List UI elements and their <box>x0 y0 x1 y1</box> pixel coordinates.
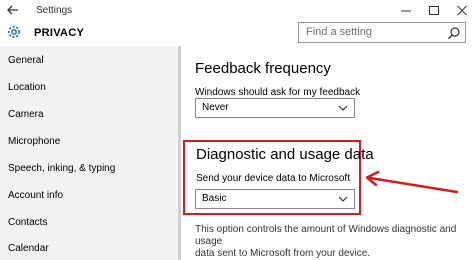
back-arrow-icon[interactable] <box>6 3 20 17</box>
sidebar-item-account-info[interactable]: Account info <box>8 190 63 201</box>
search-icon[interactable] <box>447 26 461 40</box>
diagnostic-data-value: Basic <box>202 193 227 204</box>
minimize-button[interactable] <box>394 2 418 19</box>
diagnostic-usage-heading: Diagnostic and usage data <box>196 146 374 163</box>
sidebar-item-speech-inking-typing[interactable]: Speech, inking, & typing <box>8 163 115 174</box>
sidebar: General Location Camera Microphone Speec… <box>0 46 178 260</box>
sidebar-item-contacts[interactable]: Contacts <box>8 217 47 228</box>
red-arrow-icon <box>365 170 459 194</box>
search-placeholder: Find a setting <box>306 26 373 38</box>
diagnostic-description: This option controls the amount of Windo… <box>195 224 465 260</box>
sidebar-item-calendar[interactable]: Calendar <box>8 243 49 254</box>
sidebar-item-microphone[interactable]: Microphone <box>8 136 60 147</box>
feedback-frequency-label: Windows should ask for my feedback <box>195 87 361 98</box>
maximize-button[interactable] <box>422 2 446 19</box>
diagnostic-description-line-1: This option controls the amount of Windo… <box>195 224 457 247</box>
sidebar-item-location[interactable]: Location <box>8 82 46 93</box>
sidebar-scrollbar[interactable] <box>178 46 181 260</box>
gear-icon <box>8 26 20 38</box>
page-title: PRIVACY <box>34 27 85 39</box>
close-button[interactable] <box>450 2 474 19</box>
title-bar: Settings <box>0 0 474 22</box>
chevron-down-icon <box>338 105 348 111</box>
feedback-frequency-value: Never <box>202 102 229 113</box>
window-title: Settings <box>36 5 73 16</box>
sidebar-item-general[interactable]: General <box>8 55 44 66</box>
feedback-frequency-dropdown[interactable]: Never <box>195 98 355 118</box>
diagnostic-usage-label: Send your device data to Microsoft <box>196 173 350 184</box>
sidebar-item-camera[interactable]: Camera <box>8 109 44 120</box>
feedback-frequency-heading: Feedback frequency <box>195 60 331 77</box>
diagnostic-description-line-2: data sent to Microsoft from your device. <box>195 248 371 259</box>
search-input[interactable]: Find a setting <box>298 22 466 43</box>
chevron-down-icon <box>338 196 348 202</box>
diagnostic-data-dropdown[interactable]: Basic <box>195 189 355 209</box>
